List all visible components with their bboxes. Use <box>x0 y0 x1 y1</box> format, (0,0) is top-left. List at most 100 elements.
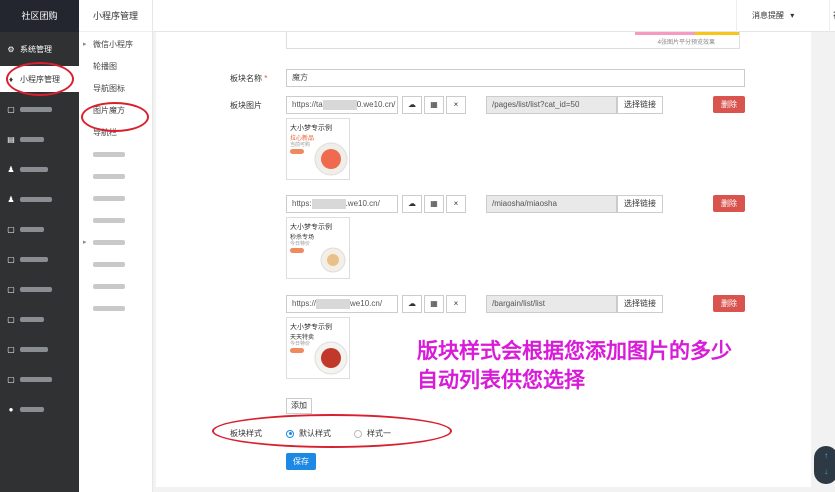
subnav-item[interactable] <box>79 166 152 188</box>
image-thumbnail: 大小梦专示例 拉心新品 当前可购 <box>286 118 350 180</box>
link-input[interactable]: /miaosha/miaosha <box>486 195 617 213</box>
name-input[interactable]: 魔方 <box>286 69 745 87</box>
blurred-label <box>93 306 125 312</box>
url-suffix: we10.cn/ <box>350 299 383 308</box>
grid-icon[interactable]: ▦ <box>424 195 444 213</box>
chevron-right-icon: ▸ <box>83 239 87 246</box>
image-url-input[interactable]: https:// we10.cn/ <box>286 295 398 313</box>
style-label: 板块样式 <box>230 429 262 438</box>
sidebar-item[interactable]: ▢ <box>0 276 79 302</box>
style-one-radio[interactable]: 样式一 <box>354 428 391 439</box>
delete-button[interactable]: 删除 <box>713 195 745 212</box>
grid-icon[interactable]: ▦ <box>424 96 444 114</box>
add-button[interactable]: 添加 <box>286 398 312 414</box>
subnav-item[interactable] <box>79 276 152 298</box>
blurred-label <box>20 196 52 202</box>
subnav-item[interactable]: 导航栏 <box>79 122 152 144</box>
annotation-line-2: 自动列表供您选择 <box>417 369 585 392</box>
image-url-input[interactable]: https://ta 0.we10.cn/ <box>286 96 398 114</box>
annotation-text: 版块样式会根据您添加图片的多少 自动列表供您选择 <box>417 337 732 395</box>
grid-icon[interactable]: ▦ <box>424 295 444 313</box>
preview-strip: 4张图片平分预览效果 <box>286 32 740 49</box>
sidebar-item[interactable]: ⚙ 系统管理 <box>0 36 79 62</box>
blurred-label <box>20 226 44 232</box>
subnav-item-label: 导航图标 <box>93 84 125 93</box>
food-illustration <box>314 142 348 176</box>
sidebar-item[interactable]: ▢ <box>0 96 79 122</box>
icon: ▢ <box>7 224 15 234</box>
subnav-item[interactable] <box>79 254 152 276</box>
delete-button[interactable]: 删除 <box>713 96 745 113</box>
preview-color-yellow <box>695 32 739 35</box>
subnav-item[interactable] <box>79 188 152 210</box>
messages-dropdown[interactable]: 消息提醒 ▾ <box>736 0 816 32</box>
scroll-widget[interactable]: ↑ ↓ <box>814 446 835 484</box>
select-link-button[interactable]: 选择链接 <box>617 295 663 313</box>
sidebar-item[interactable]: ▢ <box>0 246 79 272</box>
sidebar-item[interactable]: ▤ <box>0 126 79 152</box>
url-prefix: https:// <box>292 299 317 308</box>
sidebar-item[interactable]: ▢ <box>0 336 79 362</box>
sidebar-item[interactable]: ▢ <box>0 306 79 332</box>
url-prefix: https://ta <box>292 100 323 109</box>
select-link-button[interactable]: 选择链接 <box>617 96 663 114</box>
blurred-label <box>93 152 125 158</box>
sidebar-item[interactable]: ♟ <box>0 186 79 212</box>
subnav-item[interactable]: ▸ 微信小程序 <box>79 34 152 56</box>
blurred-label <box>20 256 48 262</box>
subnav-item-label: 导航栏 <box>93 128 117 137</box>
subnav-item[interactable]: 轮播图 <box>79 56 152 78</box>
subnav-item[interactable] <box>79 144 152 166</box>
masked-url <box>322 99 357 110</box>
close-icon[interactable]: × <box>446 96 466 114</box>
subnav-item[interactable]: 导航图标 <box>79 78 152 100</box>
pin-icon: ♦ <box>8 74 14 84</box>
url-suffix: 0.we10.cn/ <box>356 100 396 109</box>
required-mark: * <box>264 74 268 83</box>
blurred-label <box>20 136 44 142</box>
food-illustration <box>320 247 346 273</box>
close-icon[interactable]: × <box>446 195 466 213</box>
delete-button[interactable]: 删除 <box>713 295 745 312</box>
subnav-item[interactable]: ▸ <box>79 232 152 254</box>
arrow-up-icon[interactable]: ↑ <box>814 448 835 464</box>
subnav-item[interactable] <box>79 298 152 320</box>
sidebar-item[interactable]: ♟ <box>0 156 79 182</box>
name-label-text: 板块名称 <box>230 74 262 83</box>
main-sidebar: 社区团购 ⚙ 系统管理 ♦ 小程序管理 ▢ ▤ ♟ ♟ ▢ ▢ ▢ ▢ ▢ ▢ ● <box>0 0 79 492</box>
sidebar-item[interactable]: ● <box>0 396 79 422</box>
messages-label: 消息提醒 <box>752 11 784 20</box>
radio-selected-icon <box>286 429 294 438</box>
upload-icon[interactable]: ☁ <box>402 195 422 213</box>
brand-title: 社区团购 <box>0 0 79 32</box>
subnav-title: 小程序管理 <box>79 0 152 32</box>
subnav-item[interactable]: 图片魔方 <box>79 100 152 122</box>
sidebar-item-label: 系统管理 <box>20 44 52 54</box>
arrow-down-icon[interactable]: ↓ <box>814 464 835 480</box>
image-url-input[interactable]: https: .we10.cn/ <box>286 195 398 213</box>
sidebar-item[interactable]: ▢ <box>0 216 79 242</box>
upload-icon[interactable]: ☁ <box>402 295 422 313</box>
blurred-label <box>93 218 125 224</box>
style-default-label: 默认样式 <box>299 429 331 438</box>
style-default-radio[interactable]: 默认样式 <box>286 428 331 439</box>
sidebar-item-miniprogram[interactable]: ♦ 小程序管理 <box>0 66 79 92</box>
save-button[interactable]: 保存 <box>286 453 316 470</box>
link-input[interactable]: /bargain/list/list <box>486 295 617 313</box>
link-input[interactable]: /pages/list/list?cat_id=50 <box>486 96 617 114</box>
header-menu-cut[interactable]: 社 <box>829 0 835 32</box>
url-suffix: .we10.cn/ <box>345 199 380 208</box>
icon: ♟ <box>7 194 15 204</box>
sidebar-item[interactable]: ▢ <box>0 366 79 392</box>
blurred-label <box>20 346 48 352</box>
gear-icon: ⚙ <box>7 44 15 54</box>
upload-icon[interactable]: ☁ <box>402 96 422 114</box>
image-thumbnail: 大小梦专示例 天天特卖 今日特价 <box>286 317 350 379</box>
icon: ♟ <box>7 164 15 174</box>
select-link-button[interactable]: 选择链接 <box>617 195 663 213</box>
radio-unselected-icon <box>354 429 362 438</box>
top-header: 消息提醒 ▾ 社 <box>153 0 835 32</box>
subnav-item[interactable] <box>79 210 152 232</box>
close-icon[interactable]: × <box>446 295 466 313</box>
chevron-right-icon: ▸ <box>83 41 87 48</box>
